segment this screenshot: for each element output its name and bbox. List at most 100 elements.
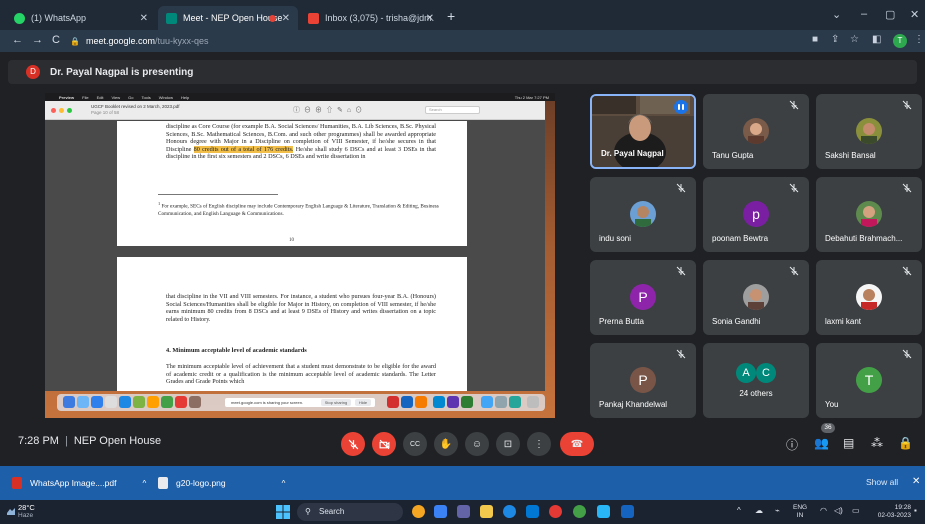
more-options-button[interactable]: ⋮: [527, 432, 551, 456]
window-close-button[interactable]: ✕: [910, 8, 919, 21]
app-icon: [447, 396, 459, 408]
close-shelf-button[interactable]: ✕: [912, 476, 920, 487]
participant-name: laxmi kant: [825, 317, 862, 326]
participant-tile[interactable]: Sakshi Bansal: [816, 94, 922, 169]
chevron-up-icon[interactable]: ^: [142, 479, 146, 488]
bookmark-star-icon[interactable]: ☆: [850, 34, 859, 45]
leave-call-button[interactable]: ☎: [560, 432, 594, 456]
chevron-up-icon[interactable]: ^: [282, 479, 286, 488]
present-now-button[interactable]: ⊡: [496, 432, 520, 456]
participant-avatar: T: [856, 367, 882, 393]
profile-avatar[interactable]: T: [893, 34, 907, 48]
preview-toolbar: UGCF Booklet revised on 2 March, 2023.pd…: [45, 101, 545, 120]
forward-button[interactable]: →: [32, 34, 43, 46]
participant-tile[interactable]: P Prerna Butta: [590, 260, 696, 335]
tab-whatsapp[interactable]: (1) WhatsApp ✕: [6, 6, 156, 30]
more-vert-icon: ⋮: [534, 438, 544, 450]
participant-avatar: C: [756, 363, 776, 383]
captions-icon: CC: [409, 440, 421, 448]
chrome-profile-icon[interactable]: [573, 505, 586, 518]
app-icon[interactable]: [621, 505, 634, 518]
teams-icon[interactable]: [457, 505, 470, 518]
language-code: ENG: [793, 504, 808, 511]
participant-tile[interactable]: p poonam Bewtra: [703, 177, 809, 252]
host-controls-button[interactable]: 🔒: [898, 436, 913, 450]
reload-button[interactable]: C: [52, 34, 60, 46]
participant-tile-presenter[interactable]: Dr. Payal Nagpal: [590, 94, 696, 169]
battery-icon[interactable]: ▭: [852, 506, 860, 515]
browser-menu-icon[interactable]: ⋮: [914, 34, 924, 45]
edge-icon[interactable]: [503, 505, 516, 518]
participant-tile[interactable]: indu soni: [590, 177, 696, 252]
mic-toggle-button[interactable]: [341, 432, 365, 456]
participant-name: Debahuti Brahmach...: [825, 234, 903, 243]
system-clock[interactable]: 19:28 02-03-2023: [869, 504, 911, 520]
other-participants-tile[interactable]: A C 24 others: [703, 343, 809, 418]
mic-off-icon: [902, 349, 912, 359]
download-item[interactable]: WhatsApp Image....pdf ^: [12, 475, 146, 491]
maximize-button[interactable]: ▢: [885, 8, 895, 21]
file-explorer-icon[interactable]: [480, 505, 493, 518]
meeting-details: 7:28 PM | NEP Open House: [18, 435, 161, 447]
speaking-indicator-icon: [674, 100, 688, 114]
mic-off-icon: [348, 439, 358, 449]
tab-inbox[interactable]: Inbox (3,075) - trisha@jdm.du.ac ✕: [300, 6, 442, 30]
camera-toggle-button[interactable]: [372, 432, 396, 456]
meeting-info-button[interactable]: ⓘ: [786, 436, 798, 453]
back-button[interactable]: ←: [12, 34, 23, 46]
minimize-button[interactable]: –: [861, 8, 867, 20]
windows-start-icon[interactable]: [276, 505, 290, 519]
volume-icon[interactable]: ◁): [834, 506, 843, 515]
side-panel-icon[interactable]: ◧: [872, 34, 881, 45]
mic-off-icon: [789, 100, 799, 110]
info-icon: ⓘ: [786, 438, 799, 452]
participant-tile[interactable]: P Pankaj Khandelwal: [590, 343, 696, 418]
share-icon[interactable]: ⇪: [831, 34, 839, 45]
camera-off-icon: [379, 439, 389, 449]
chat-button[interactable]: ▤: [843, 436, 854, 450]
tab-search-chevron-icon[interactable]: ⌄: [832, 8, 841, 21]
taskbar-search[interactable]: ⚲ Search: [297, 503, 403, 521]
close-icon[interactable]: ✕: [282, 13, 290, 24]
activities-button[interactable]: ⁂: [871, 436, 883, 450]
usb-icon[interactable]: ⌁: [775, 506, 780, 515]
footnote-rule: [158, 194, 278, 195]
close-icon[interactable]: ✕: [140, 13, 148, 24]
captions-button[interactable]: CC: [403, 432, 427, 456]
close-icon[interactable]: ✕: [426, 13, 434, 24]
show-all-downloads-button[interactable]: Show all: [866, 477, 898, 487]
settings-icon[interactable]: [597, 505, 610, 518]
trash-icon: [527, 396, 539, 408]
emoji-icon: ☺: [471, 438, 483, 450]
menu-item: Edit: [96, 94, 104, 100]
participant-tile[interactable]: Tanu Gupta: [703, 94, 809, 169]
participant-tile[interactable]: Sonia Gandhi: [703, 260, 809, 335]
chevron-up-icon[interactable]: ^: [737, 506, 741, 515]
notifications-icon[interactable]: ▪: [914, 506, 917, 515]
meeting-controls-bar: 7:28 PM | NEP Open House CC ✋ ☺ ⊡ ⋮ ☎ ⓘ 👥 …: [0, 424, 925, 460]
camera-in-use-icon[interactable]: ■: [812, 34, 818, 45]
gmail-icon: [308, 12, 319, 24]
app-icon[interactable]: [412, 505, 425, 518]
participant-name: You: [825, 400, 839, 409]
raise-hand-button[interactable]: ✋: [434, 432, 458, 456]
new-tab-button[interactable]: +: [447, 8, 455, 24]
language-indicator[interactable]: ENG IN: [793, 504, 807, 520]
onedrive-icon[interactable]: ☁: [755, 506, 763, 515]
tab-meet[interactable]: Meet - NEP Open House ✕: [158, 6, 298, 30]
reactions-button[interactable]: ☺: [465, 432, 489, 456]
store-icon[interactable]: [526, 505, 539, 518]
weather-widget[interactable]: 28°C Haze: [18, 504, 35, 520]
task-view-icon[interactable]: [434, 505, 447, 518]
menu-item: Help: [181, 94, 190, 100]
participant-tile[interactable]: Debahuti Brahmach...: [816, 177, 922, 252]
people-button[interactable]: 👥: [814, 436, 829, 450]
participant-avatar: p: [743, 201, 769, 227]
wifi-icon[interactable]: ◠: [820, 506, 827, 515]
participant-tile[interactable]: laxmi kant: [816, 260, 922, 335]
present-icon: ⊡: [503, 438, 513, 450]
download-item[interactable]: g20-logo.png ^: [158, 475, 285, 491]
chrome-icon[interactable]: [549, 505, 562, 518]
address-bar[interactable]: 🔒 meet.google.com/tuu-kyxx-qes: [70, 33, 810, 49]
participant-tile-self[interactable]: T You: [816, 343, 922, 418]
